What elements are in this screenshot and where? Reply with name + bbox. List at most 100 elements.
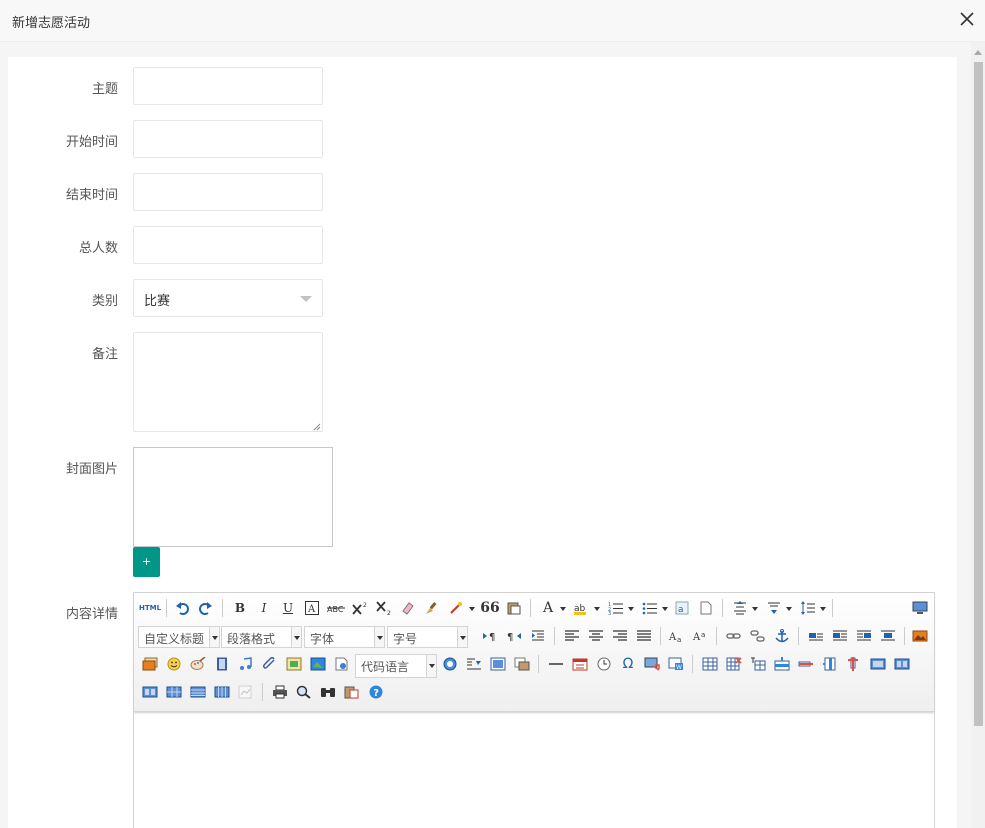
insert-paragraph-before-table-icon[interactable] [748,654,768,674]
custom-heading-select[interactable]: 自定义标题 [138,626,220,648]
total-people-input[interactable] [133,226,323,264]
subject-input[interactable] [133,67,323,105]
align-left-icon[interactable] [562,626,582,646]
row-spacing-top-icon[interactable] [730,598,750,618]
insert-column-icon[interactable] [820,654,840,674]
subscript-icon[interactable]: 2 [374,598,394,618]
split-to-cols-icon[interactable] [212,682,232,702]
font-size-select[interactable]: 字号 [387,626,468,648]
draft-icon[interactable] [342,682,362,702]
end-time-input[interactable] [133,173,323,211]
highlight-color-icon[interactable]: ab [572,598,592,618]
lowercase-icon[interactable]: Aa [690,626,710,646]
unlink-icon[interactable] [748,626,768,646]
italic-button[interactable]: I [254,598,274,618]
scrawl-icon[interactable] [188,654,208,674]
resize-grip-icon[interactable] [311,420,321,431]
insert-frame-icon[interactable] [284,654,304,674]
preview-icon[interactable] [294,682,314,702]
format-brush-icon[interactable] [422,598,442,618]
time-icon[interactable] [594,654,614,674]
font-color-button[interactable]: A [538,598,558,618]
remark-textarea[interactable] [133,332,323,432]
ordered-list-icon[interactable]: 123 [606,598,626,618]
snap-screen-icon[interactable] [642,654,662,674]
word-image-icon[interactable]: W [666,654,686,674]
web-page-icon[interactable] [332,654,352,674]
insert-music-icon[interactable] [236,654,256,674]
attachment-icon[interactable] [260,654,280,674]
background-icon[interactable] [464,654,484,674]
scrollbar-thumb[interactable] [974,62,983,726]
uppercase-icon[interactable]: Aa [666,626,686,646]
line-height-icon[interactable] [798,598,818,618]
html-source-button[interactable]: HTML [139,598,161,618]
image-none-icon[interactable] [806,626,826,646]
row-spacing-bottom-icon[interactable] [764,598,784,618]
paste-plain-icon[interactable] [504,598,524,618]
align-right-icon[interactable] [610,626,630,646]
image-center-icon[interactable] [878,626,898,646]
bold-button[interactable]: B [230,598,250,618]
indent-icon[interactable] [528,626,548,646]
insert-video-icon[interactable] [212,654,232,674]
close-icon[interactable] [959,11,975,27]
horizontal-rule-icon[interactable] [546,654,566,674]
fullscreen-icon[interactable] [910,598,930,618]
code-language-select[interactable]: 代码语言 [355,654,437,678]
special-chars-icon[interactable]: Ω [618,654,638,674]
help-icon[interactable]: ? [366,682,386,702]
paragraph-format-select[interactable]: 段落格式 [221,626,302,648]
align-justify-icon[interactable] [634,626,654,646]
align-center-icon[interactable] [586,626,606,646]
split-to-rows-icon[interactable] [188,682,208,702]
ltr-direction-icon[interactable]: ¶ [480,626,500,646]
insert-row-icon[interactable] [772,654,792,674]
category-value: 比赛 [144,294,171,309]
category-select[interactable]: 比赛 [133,279,323,317]
unordered-list-icon[interactable] [640,598,660,618]
start-time-input[interactable] [133,120,323,158]
editor-content-area[interactable] [134,712,934,828]
merge-right-icon[interactable] [892,654,912,674]
delete-row-icon[interactable] [796,654,816,674]
delete-column-icon[interactable] [844,654,864,674]
anchor-text-icon[interactable]: a [672,598,692,618]
merge-cells-icon[interactable] [868,654,888,674]
font-border-icon[interactable]: A [302,598,322,618]
underline-button[interactable]: U [278,598,298,618]
multi-image-icon[interactable] [140,654,160,674]
delete-table-icon[interactable] [724,654,744,674]
insert-image-icon[interactable] [910,626,930,646]
search-replace-icon[interactable] [318,682,338,702]
strikethrough-icon[interactable]: ABC [326,598,346,618]
print-preview-icon[interactable] [512,654,532,674]
template-icon[interactable] [440,654,460,674]
font-family-select[interactable]: 字体 [304,626,385,648]
split-to-cells-icon[interactable] [164,682,184,702]
redo-icon[interactable] [196,598,216,618]
eraser-icon[interactable] [398,598,418,618]
merge-down-icon[interactable] [140,682,160,702]
page-break-icon[interactable] [696,598,716,618]
print-icon[interactable] [270,682,290,702]
emotion-icon[interactable] [164,654,184,674]
image-right-icon[interactable] [854,626,874,646]
undo-icon[interactable] [172,598,192,618]
anchor-icon[interactable] [772,626,792,646]
link-icon[interactable] [724,626,744,646]
image-left-icon[interactable] [830,626,850,646]
insert-table-icon[interactable] [700,654,720,674]
auto-typeset-icon[interactable] [446,598,466,618]
chart-icon[interactable] [236,682,256,702]
custom-heading-value: 自定义标题 [144,632,205,646]
insert-table-frame-icon[interactable] [488,654,508,674]
page-scrollbar[interactable] [971,42,985,828]
blockquote-button[interactable]: 66 [480,598,500,618]
rtl-direction-icon[interactable]: ¶ [504,626,524,646]
date-icon[interactable] [570,654,590,674]
superscript-icon[interactable]: 2 [350,598,370,618]
add-image-button[interactable]: + [133,547,160,577]
scroll-up-icon[interactable] [974,50,982,55]
map-icon[interactable] [308,654,328,674]
